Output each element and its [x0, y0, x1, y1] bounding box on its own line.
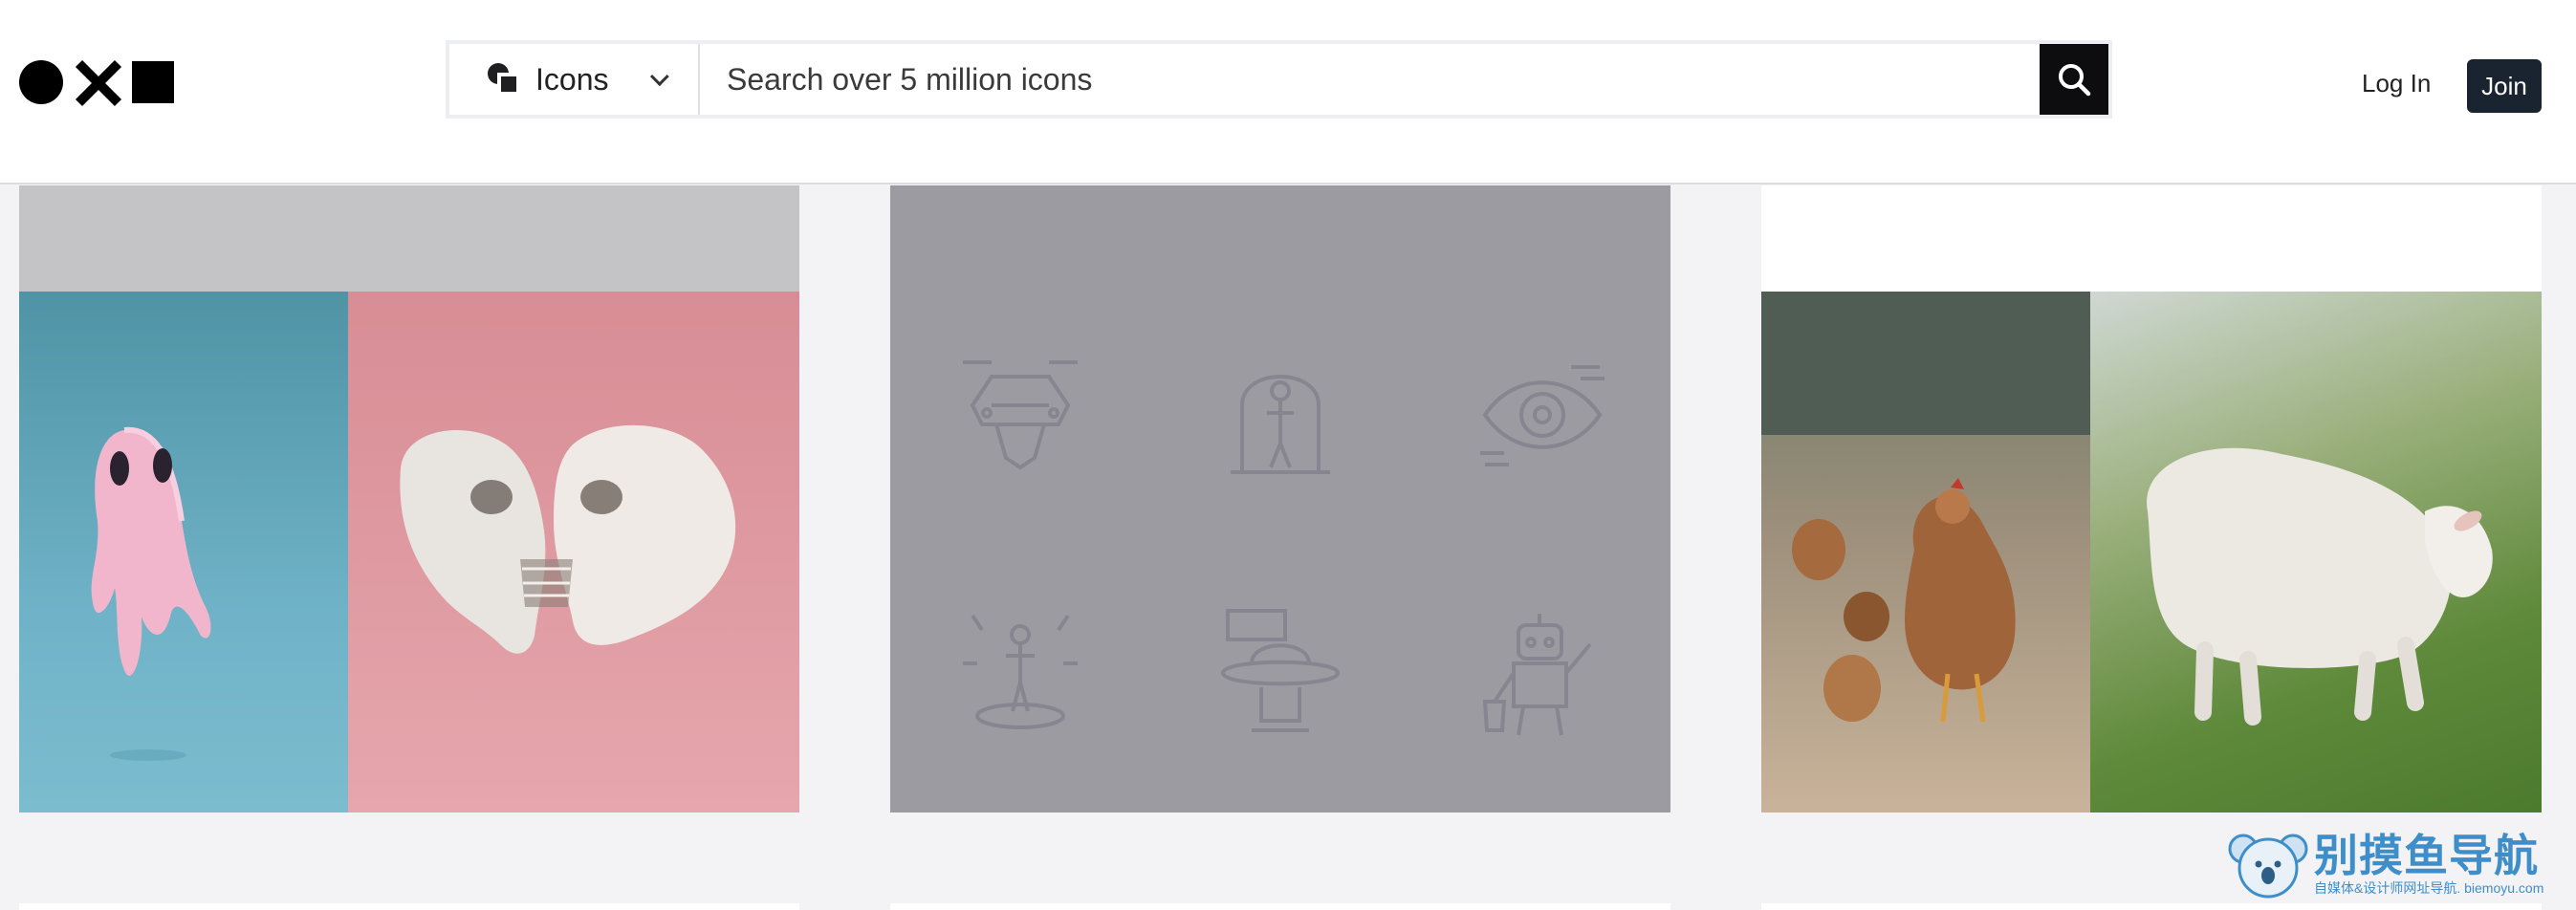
pink-ghost-image: [19, 292, 348, 812]
search-input[interactable]: [700, 44, 2040, 115]
collection-card-sci-fi-icons[interactable]: [890, 185, 1670, 812]
icon-preview-grid: [890, 185, 1670, 812]
logo-x-shape: [75, 59, 120, 105]
kissing-skulls-image: [348, 292, 799, 812]
watermark-badge: 别摸鱼导航 自媒体&设计师网址导航. biemoyu.com: [2228, 824, 2563, 904]
collection-card-ghost-skulls[interactable]: [19, 185, 799, 812]
icons-shapes-icon: [488, 63, 520, 96]
card-image-pair: [1761, 292, 2542, 812]
eye-gear-icon: [1480, 365, 1605, 466]
login-link[interactable]: Log In: [2362, 69, 2431, 98]
search-type-dropdown[interactable]: Icons: [449, 44, 700, 115]
next-card-top-1: [19, 903, 799, 910]
robot-icon: [1482, 614, 1592, 736]
flying-car-icon: [963, 360, 1078, 470]
search-bar: Icons: [446, 40, 2112, 119]
koala-mascot-icon: [2228, 824, 2308, 904]
human-capsule-icon: [1231, 375, 1330, 474]
next-card-top-3: [1761, 903, 2542, 910]
collection-card-farm-animals[interactable]: [1761, 185, 2542, 812]
site-logo[interactable]: [19, 59, 184, 105]
chickens-image: [1761, 292, 2090, 812]
watermark-title: 别摸鱼导航: [2314, 831, 2539, 880]
watermark-domain: biemoyu.com: [2464, 880, 2544, 896]
search-type-label: Icons: [535, 61, 609, 97]
next-card-top-2: [890, 903, 1670, 910]
hologram-person-icon: [963, 614, 1078, 729]
search-button[interactable]: [2040, 44, 2108, 115]
search-icon: [2059, 64, 2091, 97]
logo-square-shape: [132, 61, 174, 103]
watermark-subtitle: 自媒体&设计师网址导航.: [2314, 880, 2461, 896]
card-image-pair: [19, 292, 799, 812]
logo-circle-shape: [19, 60, 63, 104]
join-button[interactable]: Join: [2467, 59, 2542, 113]
lamb-image: [2090, 292, 2542, 812]
top-header: Icons Log In Join: [0, 0, 2576, 184]
chevron-down-icon: [650, 67, 670, 87]
ufo-icon: [1220, 609, 1341, 732]
